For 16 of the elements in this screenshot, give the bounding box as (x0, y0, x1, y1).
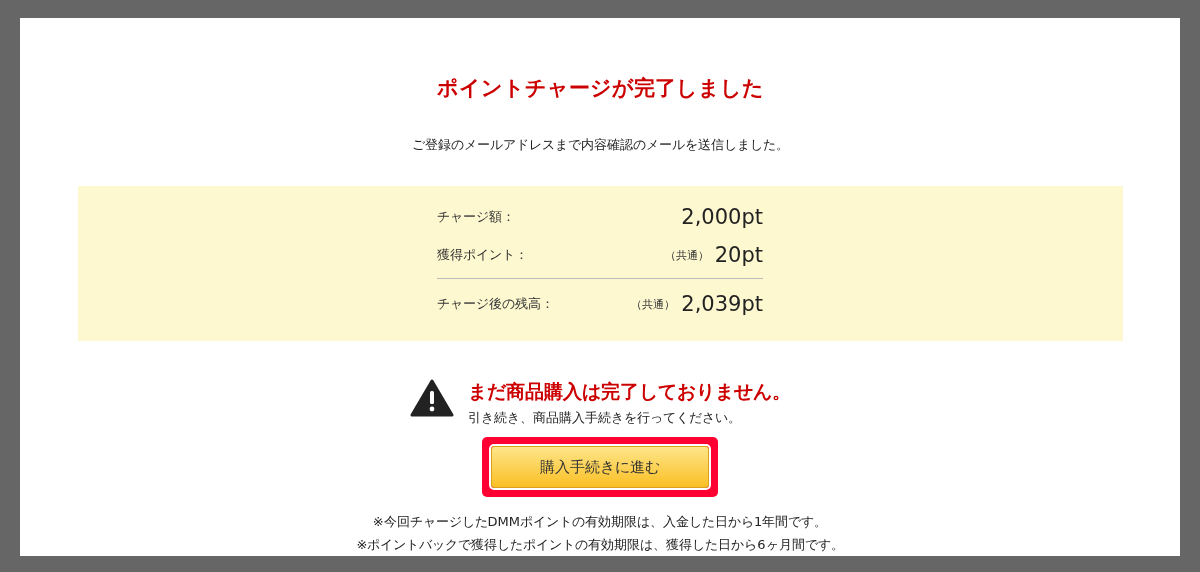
summary-label: チャージ額： (437, 208, 516, 226)
summary-note: （共通） (664, 247, 709, 263)
proceed-button[interactable]: 購入手続きに進む (491, 446, 709, 488)
summary-value: 2,000pt (681, 205, 763, 229)
footnote: ※ポイントバックで獲得したポイントの有効期限は、獲得した日から6ヶ月間です。 (356, 536, 844, 554)
summary-value: 20pt (714, 243, 763, 267)
warning-text: 引き続き、商品購入手続きを行ってください。 (467, 409, 742, 427)
warning-heading: まだ商品購入は完了しておりません。 (467, 379, 791, 404)
summary-label: チャージ後の残高： (437, 295, 555, 313)
summary-note: （共通） (631, 296, 676, 312)
summary-value: 2,039pt (681, 292, 763, 316)
summary-label: 獲得ポイント： (437, 246, 529, 264)
confirmation-message: ご登録のメールアドレスまで内容確認のメールを送信しました。 (411, 136, 789, 154)
warning-icon (409, 379, 454, 417)
page-title: ポイントチャージが完了しました (436, 75, 764, 102)
footnote: ※今回チャージしたDMMポイントの有効期限は、入金した日から1年間です。 (372, 513, 828, 531)
